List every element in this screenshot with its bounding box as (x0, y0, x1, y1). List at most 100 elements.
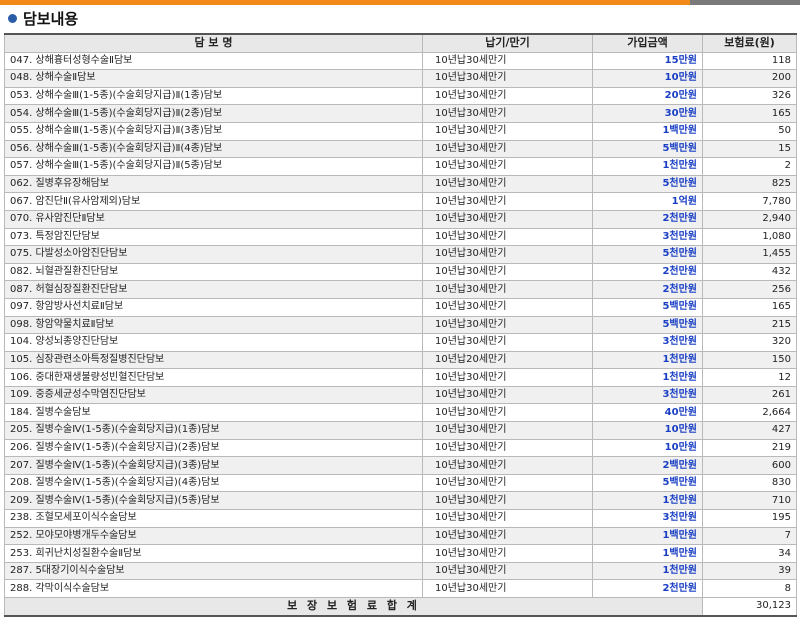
table-row: 207. 질병수술Ⅳ(1-5종)(수술회당지급)(3종)담보 10년납30세만기 2… (4, 456, 797, 475)
coverage-name-cell: 238. 조혈모세포이식수술담보 (4, 509, 423, 528)
premium-cell: 12 (702, 368, 797, 387)
insured-amount-cell: 2천만원 (592, 280, 703, 299)
table-row: 053. 상해수술Ⅲ(1-5종)(수술회당지급)Ⅱ(1종)담보 10년납30세만기… (4, 86, 797, 106)
premium-cell: 432 (702, 262, 797, 282)
payment-term-cell: 10년납30세만기 (422, 491, 593, 511)
premium-cell: 39 (702, 561, 797, 581)
insured-amount-cell: 40만원 (592, 403, 703, 423)
premium-cell: 326 (702, 86, 797, 106)
table-row: 073. 특정암진단담보 10년납30세만기 3천만원 1,080 (4, 227, 797, 247)
coverage-name-cell: 288. 각막이식수술담보 (4, 579, 423, 598)
table-row: 097. 항암방사선치료Ⅱ담보 10년납30세만기 5백만원 165 (4, 297, 797, 317)
payment-term-cell: 10년납30세만기 (422, 403, 593, 423)
payment-term-cell: 10년납30세만기 (422, 139, 593, 159)
premium-cell: 150 (702, 350, 797, 370)
insured-amount-cell: 15만원 (592, 51, 703, 71)
coverage-name-cell: 057. 상해수술Ⅲ(1-5종)(수술회당지급)Ⅱ(5종)담보 (4, 157, 423, 176)
bullet-icon (8, 13, 17, 23)
premium-cell: 8 (702, 579, 797, 598)
insured-amount-cell: 1천만원 (592, 491, 703, 511)
table-row: 104. 양성뇌종양진단담보 10년납30세만기 3천만원 320 (4, 333, 797, 352)
payment-term-cell: 10년납30세만기 (422, 227, 593, 247)
table-row: 047. 상해흉터성형수술Ⅱ담보 10년납30세만기 15만원 118 (4, 51, 797, 71)
payment-term-cell: 10년납30세만기 (422, 297, 593, 317)
insured-amount-cell: 1천만원 (592, 157, 703, 176)
premium-cell: 165 (702, 104, 797, 123)
insured-amount-cell: 2천만원 (592, 262, 703, 282)
coverage-name-cell: 047. 상해흉터성형수술Ⅱ담보 (4, 51, 423, 71)
coverage-name-cell: 048. 상해수술Ⅱ담보 (4, 69, 423, 88)
payment-term-cell: 10년납30세만기 (422, 280, 593, 299)
premium-cell: 825 (702, 174, 797, 194)
table-row: 206. 질병수술Ⅳ(1-5종)(수술회당지급)(2종)담보 10년납30세만기 1… (4, 438, 797, 458)
premium-cell: 7,780 (702, 192, 797, 211)
header-payment-term: 납기/만기 (422, 32, 593, 53)
payment-term-cell: 10년납30세만기 (422, 209, 593, 229)
premium-cell: 256 (702, 280, 797, 299)
coverage-name-cell: 253. 희귀난치성질환수술Ⅱ담보 (4, 544, 423, 563)
section-title: 담보내용 (23, 9, 79, 28)
table-row: 208. 질병수술Ⅳ(1-5종)(수술회당지급)(4종)담보 10년납30세만기 5… (4, 473, 797, 493)
payment-term-cell: 10년납30세만기 (422, 385, 593, 405)
payment-term-cell: 10년납30세만기 (422, 473, 593, 493)
coverage-name-cell: 205. 질병수술Ⅳ(1-5종)(수술회당지급)(1종)담보 (4, 421, 423, 440)
table-row: 253. 희귀난치성질환수술Ⅱ담보 10년납30세만기 1백만원 34 (4, 544, 797, 563)
insured-amount-cell: 1억원 (592, 192, 703, 211)
insured-amount-cell: 1백만원 (592, 544, 703, 563)
insured-amount-cell: 20만원 (592, 86, 703, 106)
payment-term-cell: 10년납30세만기 (422, 526, 593, 546)
insured-amount-cell: 2백만원 (592, 456, 703, 475)
premium-cell: 1,455 (702, 245, 797, 264)
total-label: 보 장 보 험 료 합 계 (4, 596, 703, 617)
coverage-name-cell: 105. 심장관련소아특정질병진단담보 (4, 350, 423, 370)
insured-amount-cell: 3천만원 (592, 509, 703, 528)
premium-cell: 320 (702, 333, 797, 352)
coverage-name-cell: 104. 양성뇌종양진단담보 (4, 333, 423, 352)
insured-amount-cell: 10만원 (592, 438, 703, 458)
payment-term-cell: 10년납30세만기 (422, 421, 593, 440)
payment-term-cell: 10년납30세만기 (422, 262, 593, 282)
table-row: 055. 상해수술Ⅲ(1-5종)(수술회당지급)Ⅱ(3종)담보 10년납30세만기… (4, 121, 797, 141)
premium-cell: 15 (702, 139, 797, 159)
insured-amount-cell: 1천만원 (592, 350, 703, 370)
coverage-name-cell: 062. 질병후유장해담보 (4, 174, 423, 194)
payment-term-cell: 10년납30세만기 (422, 579, 593, 598)
table-row: 056. 상해수술Ⅲ(1-5종)(수술회당지급)Ⅱ(4종)담보 10년납30세만기… (4, 139, 797, 159)
premium-cell: 2 (702, 157, 797, 176)
table-header-row: 담 보 명 납기/만기 가입금액 보험료(원) (4, 32, 797, 53)
premium-cell: 261 (702, 385, 797, 405)
payment-term-cell: 10년납30세만기 (422, 315, 593, 335)
premium-cell: 830 (702, 473, 797, 493)
payment-term-cell: 10년납30세만기 (422, 104, 593, 123)
premium-cell: 219 (702, 438, 797, 458)
coverage-name-cell: 209. 질병수술Ⅳ(1-5종)(수술회당지급)(5종)담보 (4, 491, 423, 511)
header-insured-amount: 가입금액 (592, 32, 703, 53)
payment-term-cell: 10년납30세만기 (422, 157, 593, 176)
premium-cell: 50 (702, 121, 797, 141)
table-row: 205. 질병수술Ⅳ(1-5종)(수술회당지급)(1종)담보 10년납30세만기 1… (4, 421, 797, 440)
premium-cell: 118 (702, 51, 797, 71)
header-premium: 보험료(원) (702, 32, 797, 53)
coverage-table: 담 보 명 납기/만기 가입금액 보험료(원) 047. 상해흉터성형수술Ⅱ담보… (4, 32, 797, 617)
header-coverage-name: 담 보 명 (4, 32, 423, 53)
insured-amount-cell: 2천만원 (592, 579, 703, 598)
premium-cell: 200 (702, 69, 797, 88)
section-heading: 담보내용 (8, 8, 78, 28)
table-row: 098. 항암약물치료Ⅱ담보 10년납30세만기 5백만원 215 (4, 315, 797, 335)
insured-amount-cell: 2천만원 (592, 209, 703, 229)
coverage-name-cell: 287. 5대장기이식수술담보 (4, 561, 423, 581)
payment-term-cell: 10년납30세만기 (422, 245, 593, 264)
payment-term-cell: 10년납30세만기 (422, 121, 593, 141)
table-row: 287. 5대장기이식수술담보 10년납30세만기 1천만원 39 (4, 561, 797, 581)
premium-cell: 165 (702, 297, 797, 317)
insured-amount-cell: 5백만원 (592, 315, 703, 335)
coverage-name-cell: 067. 암진단Ⅱ(유사암제외)담보 (4, 192, 423, 211)
table-row: 070. 유사암진단Ⅱ담보 10년납30세만기 2천만원 2,940 (4, 209, 797, 229)
coverage-name-cell: 070. 유사암진단Ⅱ담보 (4, 209, 423, 229)
insured-amount-cell: 10만원 (592, 69, 703, 88)
insured-amount-cell: 1백만원 (592, 526, 703, 546)
coverage-name-cell: 207. 질병수술Ⅳ(1-5종)(수술회당지급)(3종)담보 (4, 456, 423, 475)
table-row: 062. 질병후유장해담보 10년납30세만기 5천만원 825 (4, 174, 797, 194)
payment-term-cell: 10년납30세만기 (422, 192, 593, 211)
coverage-name-cell: 082. 뇌혈관질환진단담보 (4, 262, 423, 282)
